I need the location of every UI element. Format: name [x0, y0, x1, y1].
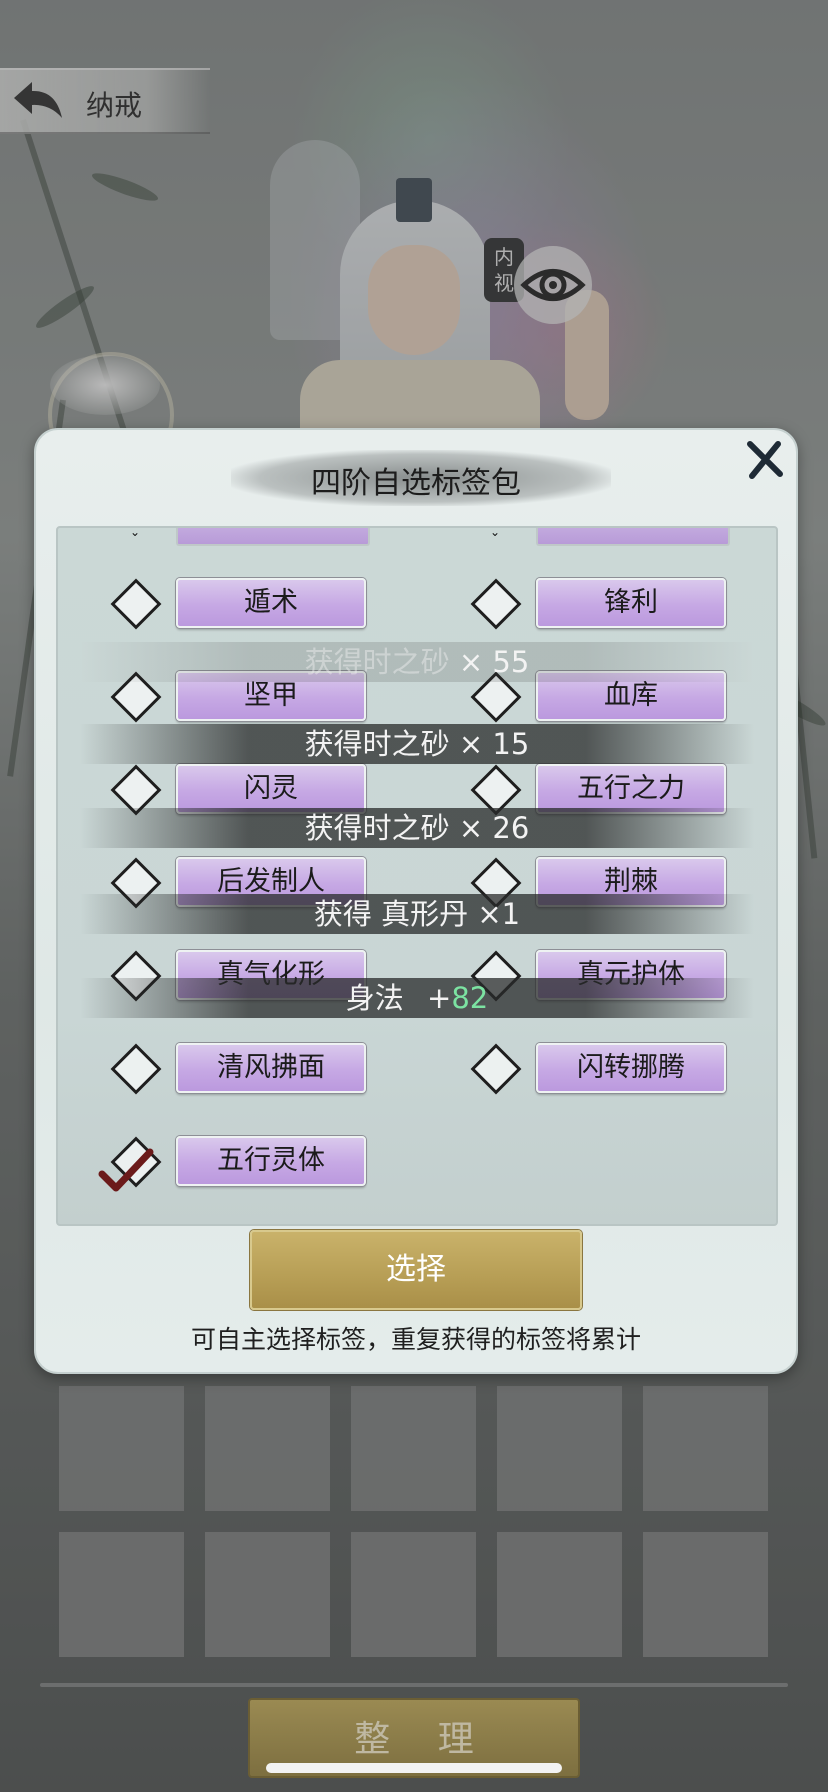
reward-toast: 获得时之砂 × 55 — [80, 642, 754, 682]
reward-toast-text: 获得时之砂 — [304, 811, 450, 845]
reward-toast-amount: ×1 — [477, 897, 521, 931]
reward-toast-amount: × 26 — [458, 811, 530, 845]
stat-plus-sign: + — [427, 981, 452, 1015]
dialog-title: 四阶自选标签包 — [311, 466, 521, 501]
inventory-slot[interactable] — [643, 1532, 768, 1657]
inventory-slot[interactable] — [351, 1386, 476, 1511]
stat-gain-toast: 身法 +82 — [80, 978, 754, 1018]
reward-toast-text: 获得时之砂 — [304, 727, 450, 761]
tag-checkbox[interactable] — [110, 1043, 162, 1095]
tag-button[interactable]: 清风拂面 — [176, 1043, 366, 1093]
inventory-slot[interactable] — [351, 1532, 476, 1657]
inventory-slot[interactable] — [59, 1532, 184, 1657]
tag-button[interactable]: 遁术 — [176, 578, 366, 628]
tag-button-selected[interactable]: 五行灵体 — [176, 1136, 366, 1186]
tag-row-cut-off — [536, 528, 730, 546]
chevron-down-icon: ⌄ — [130, 526, 141, 539]
reward-toast-text: 获得时之砂 — [304, 645, 450, 679]
tag-checkbox[interactable] — [110, 578, 162, 630]
home-indicator — [266, 1763, 562, 1773]
tag-row-cut-off — [176, 528, 370, 546]
tag-button[interactable]: 五行之力 — [536, 764, 726, 814]
dialog-hint: 可自主选择标签，重复获得的标签将累计 — [190, 1325, 641, 1354]
tag-button[interactable]: 闪转挪腾 — [536, 1043, 726, 1093]
divider — [40, 1683, 788, 1687]
inventory-slot[interactable] — [205, 1532, 330, 1657]
inventory-slot[interactable] — [643, 1386, 768, 1511]
reward-toast: 获得 真形丹 ×1 — [80, 894, 754, 934]
select-button[interactable]: 选择 — [250, 1230, 582, 1310]
checkmark-icon — [96, 1148, 156, 1198]
inventory-slot[interactable] — [205, 1386, 330, 1511]
inventory-slot[interactable] — [59, 1386, 184, 1511]
tag-list[interactable]: ⌄ ⌄ 遁术 坚甲 闪灵 后发制人 真气化形 清风拂面 五行灵体 锋利 血库 五… — [56, 526, 778, 1226]
inventory-slot[interactable] — [497, 1532, 622, 1657]
inventory-slot[interactable] — [497, 1386, 622, 1511]
close-x-icon[interactable] — [742, 438, 786, 482]
tag-checkbox[interactable] — [470, 1043, 522, 1095]
stat-gain-value: 82 — [451, 981, 489, 1015]
reward-toast-amount: × 15 — [458, 727, 530, 761]
reward-toast-amount: × 55 — [458, 645, 530, 679]
chevron-down-icon: ⌄ — [490, 526, 501, 539]
reward-toast-text: 获得 真形丹 — [313, 897, 469, 931]
tag-button[interactable]: 锋利 — [536, 578, 726, 628]
reward-toast: 获得时之砂 × 26 — [80, 808, 754, 848]
tag-button[interactable]: 闪灵 — [176, 764, 366, 814]
reward-toast: 获得时之砂 × 15 — [80, 724, 754, 764]
stat-name: 身法 — [345, 981, 404, 1015]
tag-checkbox[interactable] — [470, 578, 522, 630]
